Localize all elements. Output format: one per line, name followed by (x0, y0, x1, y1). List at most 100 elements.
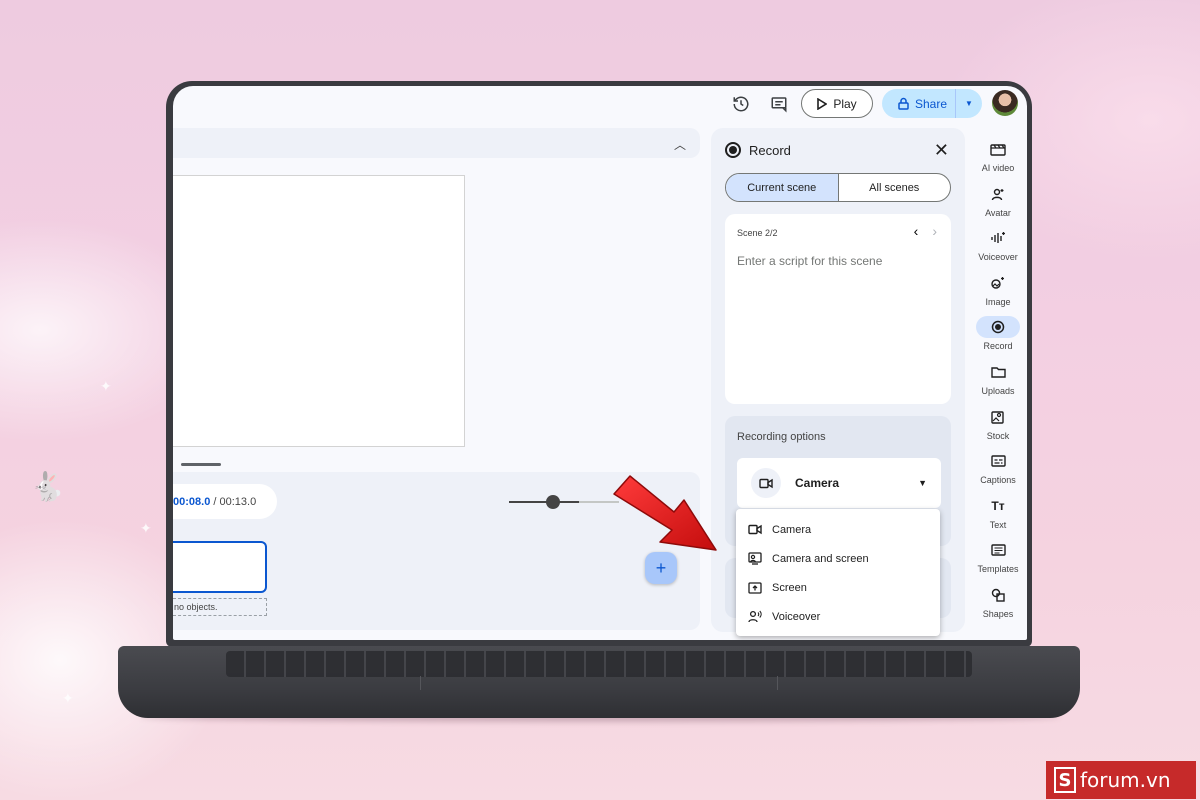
rail-label: Image (985, 296, 1011, 307)
time-separator: / (210, 495, 220, 508)
top-bar: Play Share ▼ (173, 86, 1027, 122)
play-label: Play (833, 96, 857, 111)
close-icon[interactable]: ✕ (934, 140, 949, 161)
rail-item-text[interactable]: Tт Text (973, 495, 1023, 540)
rail-item-shapes[interactable]: Shapes (973, 584, 1023, 629)
rail-label: Text (989, 519, 1007, 530)
watermark-text: forum.vn (1080, 768, 1171, 792)
camera-screen-icon (748, 552, 762, 566)
watermark-letter: S (1054, 767, 1076, 793)
timeline-clip[interactable] (173, 541, 267, 593)
record-icon (725, 142, 741, 158)
laptop-keyboard (226, 651, 972, 677)
tab-all-scenes[interactable]: All scenes (839, 174, 951, 201)
selected-option: Camera (795, 476, 840, 490)
scene-collapse-bar[interactable]: ︿ (173, 128, 700, 158)
watermark-logo: S forum.vn (1046, 761, 1196, 799)
rail-label: Captions (980, 475, 1016, 486)
rail-label: AI video (981, 163, 1015, 173)
caret-down-icon: ▼ (918, 478, 927, 488)
current-time: 00:08.0 (173, 495, 211, 508)
captions-icon (976, 450, 1020, 472)
scene-nav: ‹ › (914, 223, 937, 239)
image-icon (976, 272, 1020, 294)
bunny-decoration: 🐇 (30, 471, 65, 502)
recording-option-menu: Camera Camera and screen Screen Voiceove… (736, 509, 940, 636)
menu-item-label: Voiceover (772, 610, 821, 623)
sparkle-decoration: ✦ (62, 690, 74, 706)
menu-item-label: Camera (772, 523, 812, 536)
share-main[interactable]: Share (882, 89, 956, 118)
share-button[interactable]: Share ▼ (882, 89, 982, 118)
rail-label: Shapes (982, 608, 1014, 619)
rail-item-templates[interactable]: Templates (973, 539, 1023, 584)
recording-options-label: Recording options (737, 431, 826, 443)
sparkle-decoration: ✦ (140, 520, 152, 536)
folder-icon (976, 361, 1020, 383)
rail-item-record[interactable]: Record (973, 316, 1023, 361)
time-display: 00:08.0 / 00:13.0 (173, 484, 277, 519)
canvas-scrollbar[interactable] (181, 463, 221, 466)
text-icon: Tт (991, 498, 1005, 513)
scene-counter: Scene 2/2 (737, 228, 778, 238)
rail-label: Uploads (981, 385, 1015, 396)
comment-icon[interactable] (769, 94, 789, 114)
share-dropdown[interactable]: ▼ (956, 99, 982, 108)
camera-icon (751, 468, 781, 498)
rail-item-uploads[interactable]: Uploads (973, 361, 1023, 406)
recording-option-select[interactable]: Camera ▼ (737, 458, 941, 508)
no-objects-text: no objects. (174, 602, 218, 612)
rail-item-ai-video[interactable]: AI video (973, 138, 1023, 183)
chevron-up-icon[interactable]: ︿ (674, 136, 686, 153)
screen-share-icon (748, 581, 762, 595)
menu-item-label: Screen (772, 581, 807, 594)
menu-item-label: Camera and screen (772, 552, 869, 565)
record-panel-title: Record (749, 142, 791, 158)
zoom-slider-knob[interactable] (546, 495, 560, 509)
shapes-icon (976, 584, 1020, 606)
scene-scope-toggle: Current scene All scenes (725, 173, 951, 202)
tab-current-scene[interactable]: Current scene (726, 174, 839, 201)
rail-label: Stock (986, 430, 1010, 441)
rail-item-captions[interactable]: Captions (973, 450, 1023, 495)
no-objects-track: no objects. (173, 598, 267, 616)
total-time: 00:13.0 (219, 495, 257, 508)
rail-item-stock[interactable]: Stock (973, 406, 1023, 451)
play-button[interactable]: Play (801, 89, 873, 118)
menu-item-voiceover[interactable]: Voiceover (736, 602, 940, 631)
menu-item-camera[interactable]: Camera (736, 515, 940, 544)
templates-icon (976, 539, 1020, 561)
tool-rail: AI video Avatar Voiceover Image Record U… (973, 138, 1023, 629)
voiceover-icon (748, 610, 762, 624)
chevron-left-icon[interactable]: ‹ (914, 223, 919, 239)
avatar-icon (976, 183, 1020, 205)
rail-item-voiceover[interactable]: Voiceover (973, 227, 1023, 272)
laptop-trackpad (420, 676, 778, 690)
rail-label: Avatar (985, 207, 1011, 218)
rail-label: Voiceover (978, 252, 1018, 263)
scene-canvas[interactable] (173, 175, 465, 447)
camera-icon (748, 523, 762, 537)
chevron-right-icon[interactable]: › (932, 223, 937, 239)
record-icon (976, 316, 1020, 339)
rail-item-avatar[interactable]: Avatar (973, 183, 1023, 228)
stock-icon (976, 406, 1020, 428)
record-panel-header: Record (725, 142, 791, 158)
rail-label: Templates (977, 564, 1019, 575)
share-label: Share (915, 96, 948, 111)
rail-item-image[interactable]: Image (973, 272, 1023, 317)
app-screen: Play Share ▼ ︿ 00:08.0 / 00:13.0 no obje… (173, 86, 1027, 640)
voiceover-icon (976, 227, 1020, 249)
zoom-slider-track[interactable] (509, 501, 579, 503)
rail-label: Record (983, 341, 1013, 352)
script-card: Scene 2/2 ‹ › Enter a script for this sc… (725, 214, 951, 404)
lock-icon (898, 97, 909, 110)
laptop-base (118, 646, 1080, 718)
red-arrow-annotation (613, 475, 717, 551)
avatar[interactable] (992, 90, 1018, 116)
history-icon[interactable] (731, 94, 751, 114)
script-input[interactable]: Enter a script for this scene (737, 254, 882, 268)
caret-down-icon: ▼ (965, 99, 973, 108)
menu-item-screen[interactable]: Screen (736, 573, 940, 602)
menu-item-camera-and-screen[interactable]: Camera and screen (736, 544, 940, 573)
